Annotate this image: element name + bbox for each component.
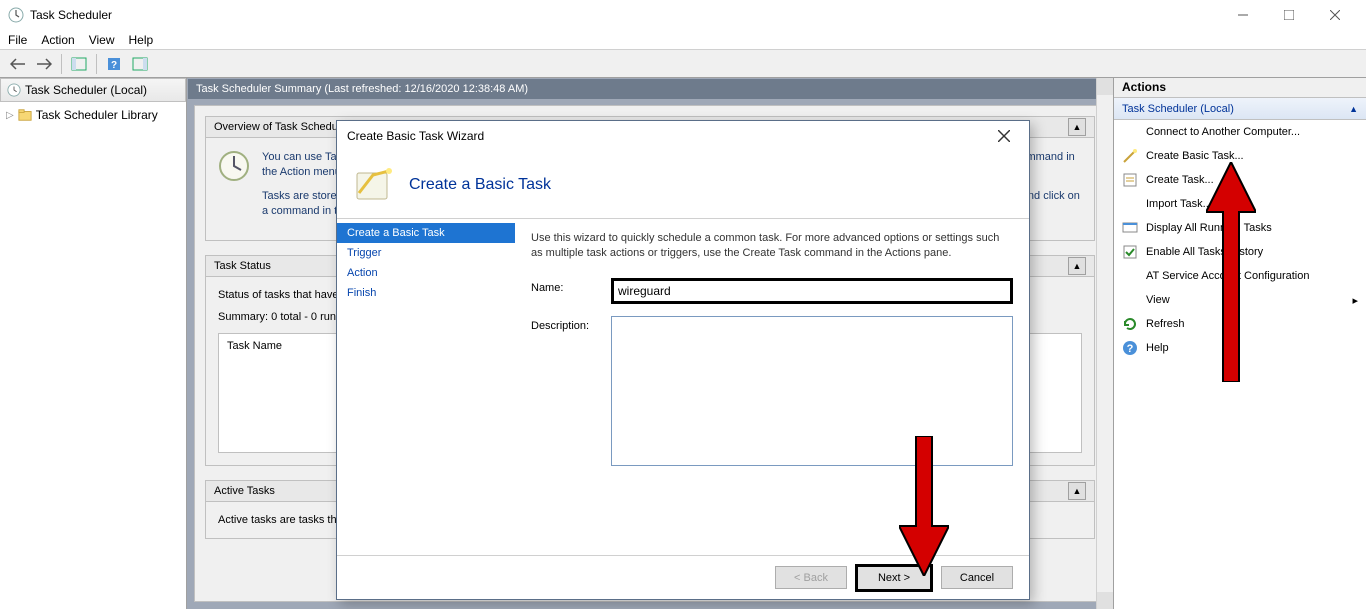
menu-file[interactable]: File xyxy=(8,33,27,47)
action-item-label: Connect to Another Computer... xyxy=(1146,126,1300,138)
blank-icon xyxy=(1122,124,1138,140)
action-item-label: Import Task... xyxy=(1146,198,1212,210)
back-button[interactable]: < Back xyxy=(775,566,847,589)
menu-help[interactable]: Help xyxy=(129,33,154,47)
maximize-button[interactable] xyxy=(1266,0,1312,30)
wizard-step[interactable]: Trigger xyxy=(337,243,515,263)
wizard-step[interactable]: Create a Basic Task xyxy=(337,223,515,243)
wizard-intro: Use this wizard to quickly schedule a co… xyxy=(531,231,1013,262)
wand-icon xyxy=(1122,148,1138,164)
collapse-icon[interactable]: ▲ xyxy=(1068,257,1086,275)
blank-icon xyxy=(1122,292,1138,308)
overview-title: Overview of Task Scheduler xyxy=(214,121,350,133)
back-button[interactable] xyxy=(6,53,30,75)
wizard-title: Create Basic Task Wizard xyxy=(347,129,484,143)
scrollbar[interactable] xyxy=(1096,78,1113,609)
menu-view[interactable]: View xyxy=(89,33,115,47)
window-titlebar: Task Scheduler xyxy=(0,0,1366,30)
action-item-label: View xyxy=(1146,294,1170,306)
help-button[interactable]: ? xyxy=(102,53,126,75)
app-icon xyxy=(8,7,24,23)
display-icon xyxy=(1122,220,1138,236)
menu-bar: File Action View Help xyxy=(0,30,1366,50)
blank-icon xyxy=(1122,196,1138,212)
navigation-tree: Task Scheduler (Local) ▷ Task Scheduler … xyxy=(0,78,187,609)
wizard-footer: < Back Next > Cancel xyxy=(337,555,1029,599)
wizard-content: Use this wizard to quickly schedule a co… xyxy=(515,219,1029,555)
folder-library-icon xyxy=(18,108,32,122)
action-item[interactable]: Import Task... xyxy=(1114,192,1366,216)
enable-icon xyxy=(1122,244,1138,260)
actions-subheader[interactable]: Task Scheduler (Local) ▲ xyxy=(1114,98,1366,120)
wizard-step[interactable]: Action xyxy=(337,263,515,283)
action-item[interactable]: ? Help xyxy=(1114,336,1366,360)
actions-header: Actions xyxy=(1114,78,1366,98)
action-item[interactable]: Enable All Tasks History xyxy=(1114,240,1366,264)
tree-item-library[interactable]: ▷ Task Scheduler Library xyxy=(6,106,180,124)
create-basic-task-wizard: Create Basic Task Wizard Create a Basic … xyxy=(336,120,1030,600)
action-item[interactable]: View ▸ xyxy=(1114,288,1366,312)
description-label: Description: xyxy=(531,316,611,332)
name-input[interactable] xyxy=(611,278,1013,304)
action-item[interactable]: Display All Running Tasks xyxy=(1114,216,1366,240)
window-title: Task Scheduler xyxy=(30,8,1220,22)
minimize-button[interactable] xyxy=(1220,0,1266,30)
name-label: Name: xyxy=(531,278,611,294)
wizard-steps: Create a Basic TaskTriggerActionFinish xyxy=(337,219,515,555)
summary-header: Task Scheduler Summary (Last refreshed: … xyxy=(188,79,1112,99)
wizard-titlebar: Create Basic Task Wizard xyxy=(337,121,1029,151)
wizard-close-button[interactable] xyxy=(989,122,1019,150)
wizard-step[interactable]: Finish xyxy=(337,283,515,303)
collapse-icon[interactable]: ▲ xyxy=(1068,118,1086,136)
collapse-icon[interactable]: ▲ xyxy=(1349,104,1358,114)
show-action-pane-button[interactable] xyxy=(128,53,152,75)
submenu-arrow-icon: ▸ xyxy=(1352,294,1358,307)
action-item-label: Refresh xyxy=(1146,318,1185,330)
blank-icon xyxy=(1122,268,1138,284)
overview-clock-icon xyxy=(218,150,250,182)
action-item[interactable]: AT Service Account Configuration xyxy=(1114,264,1366,288)
action-item-label: AT Service Account Configuration xyxy=(1146,270,1309,282)
forward-button[interactable] xyxy=(32,53,56,75)
close-button[interactable] xyxy=(1312,0,1358,30)
next-button[interactable]: Next > xyxy=(855,564,933,592)
action-item[interactable]: Create Task... xyxy=(1114,168,1366,192)
action-item-label: Display All Running Tasks xyxy=(1146,222,1272,234)
action-item[interactable]: Create Basic Task... xyxy=(1114,144,1366,168)
show-hide-tree-button[interactable] xyxy=(67,53,91,75)
action-item[interactable]: Connect to Another Computer... xyxy=(1114,120,1366,144)
action-item-label: Create Basic Task... xyxy=(1146,150,1244,162)
description-input[interactable] xyxy=(611,316,1013,466)
action-item-label: Help xyxy=(1146,342,1169,354)
actions-sub-label: Task Scheduler (Local) xyxy=(1122,103,1234,115)
task-name-label: Task Name xyxy=(227,340,282,352)
collapse-icon[interactable]: ▲ xyxy=(1068,482,1086,500)
tree-item-label: Task Scheduler Library xyxy=(36,108,158,122)
action-item-label: Enable All Tasks History xyxy=(1146,246,1263,258)
refresh-icon xyxy=(1122,316,1138,332)
cancel-button[interactable]: Cancel xyxy=(941,566,1013,589)
action-item-label: Create Task... xyxy=(1146,174,1214,186)
toolbar: ? xyxy=(0,50,1366,78)
active-tasks-title: Active Tasks xyxy=(214,485,275,497)
svg-text:?: ? xyxy=(111,60,117,71)
clock-icon xyxy=(7,83,21,97)
menu-action[interactable]: Action xyxy=(41,33,74,47)
task-status-title: Task Status xyxy=(214,260,271,272)
actions-pane: Actions Task Scheduler (Local) ▲ Connect… xyxy=(1113,78,1366,609)
wizard-header-title: Create a Basic Task xyxy=(409,176,551,194)
action-item[interactable]: Refresh xyxy=(1114,312,1366,336)
svg-text:?: ? xyxy=(1127,343,1134,355)
wizard-header: Create a Basic Task xyxy=(337,151,1029,219)
tree-root[interactable]: Task Scheduler (Local) xyxy=(0,78,186,102)
help-icon: ? xyxy=(1122,340,1138,356)
task-icon xyxy=(1122,172,1138,188)
expand-icon[interactable]: ▷ xyxy=(6,110,14,121)
tree-root-label: Task Scheduler (Local) xyxy=(25,83,147,97)
wizard-wand-icon xyxy=(353,165,393,205)
